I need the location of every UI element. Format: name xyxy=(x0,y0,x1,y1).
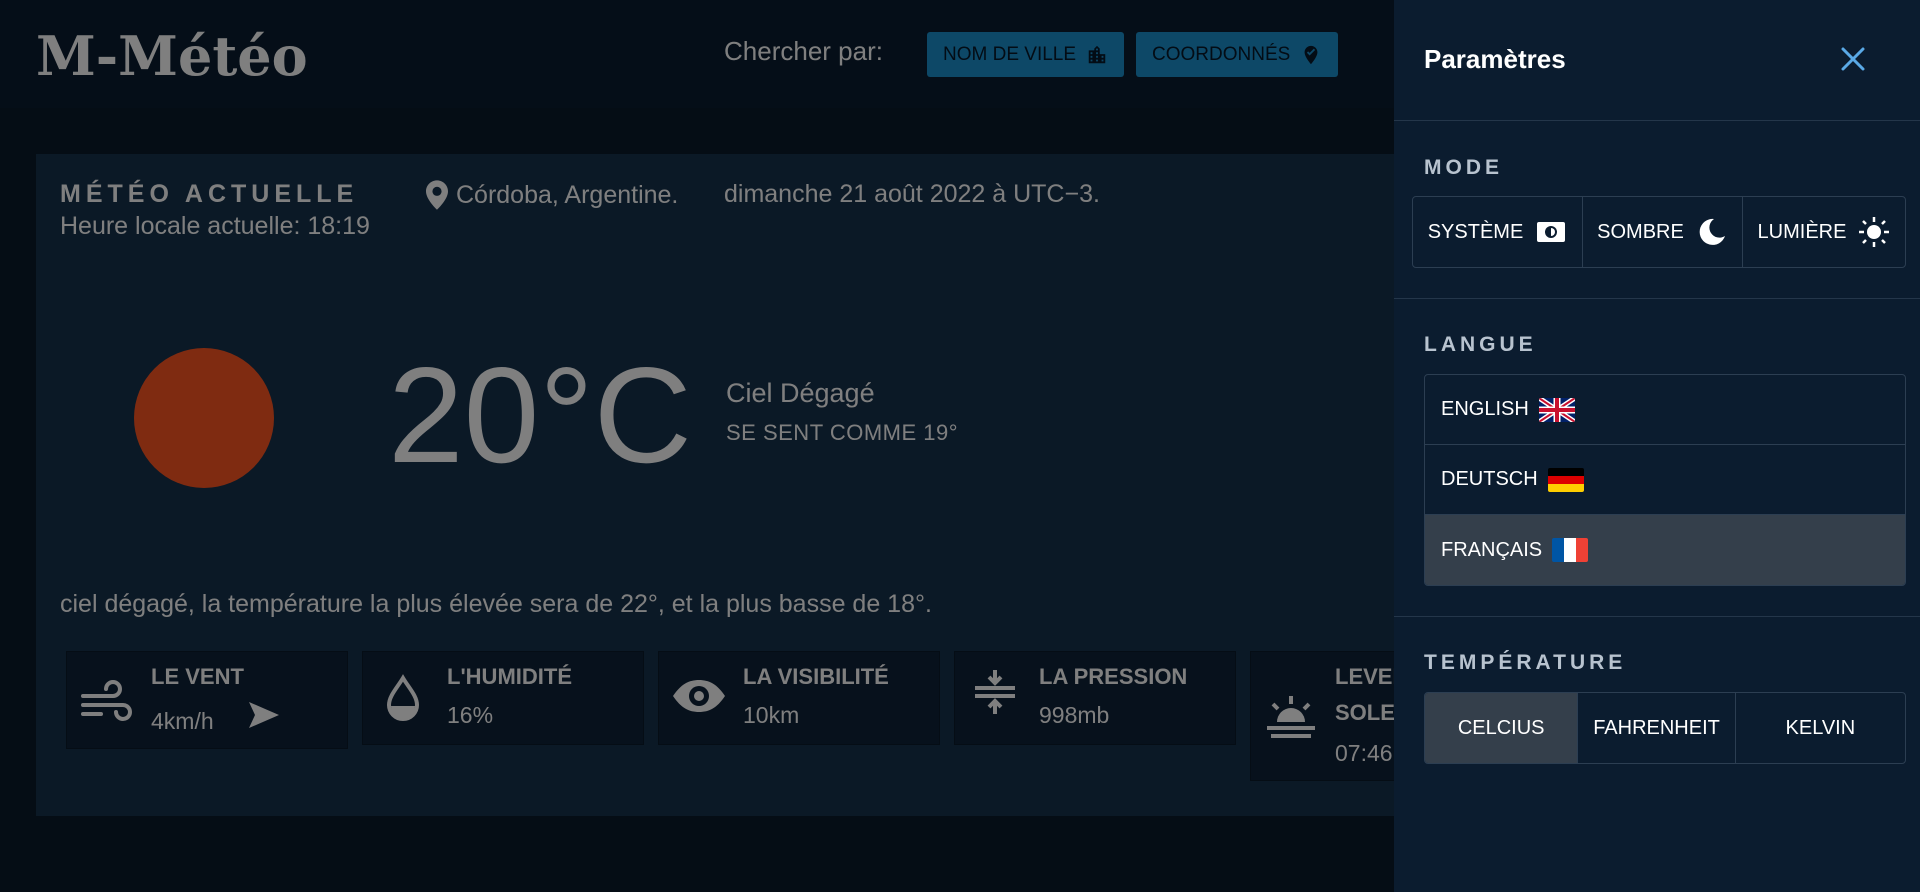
unit-fahrenheit-button[interactable]: FAHRENHEIT xyxy=(1578,693,1736,763)
mode-dark-button[interactable]: SOMBRE xyxy=(1583,197,1743,267)
mode-light-button[interactable]: LUMIÈRE xyxy=(1743,197,1905,267)
unit-celsius-button[interactable]: CELCIUS xyxy=(1425,693,1579,763)
germany-flag-icon xyxy=(1547,467,1584,492)
divider xyxy=(1394,298,1920,299)
divider xyxy=(1394,616,1920,617)
temperature-section-label: TEMPÉRATURE xyxy=(1424,651,1627,674)
language-deutsch[interactable]: DEUTSCH xyxy=(1425,445,1905,515)
backdrop-overlay[interactable] xyxy=(0,0,1394,892)
close-icon[interactable] xyxy=(1838,44,1868,74)
settings-title: Paramètres xyxy=(1424,44,1566,74)
sun-icon xyxy=(1859,217,1890,247)
temperature-unit-group: CELCIUS FAHRENHEIT KELVIN xyxy=(1424,692,1906,764)
language-english[interactable]: ENGLISH xyxy=(1425,375,1905,445)
france-flag-icon xyxy=(1552,538,1589,562)
mode-section-label: MODE xyxy=(1424,156,1503,179)
language-deutsch-label: DEUTSCH xyxy=(1441,468,1538,490)
mode-light-label: LUMIÈRE xyxy=(1757,220,1847,243)
moon-icon xyxy=(1699,218,1725,245)
mode-system-label: SYSTÈME xyxy=(1427,220,1524,243)
language-francais[interactable]: FRANÇAIS xyxy=(1425,515,1905,585)
divider xyxy=(1394,120,1920,121)
unit-kelvin-button[interactable]: KELVIN xyxy=(1736,693,1905,763)
language-francais-label: FRANÇAIS xyxy=(1441,538,1543,561)
mode-system-button[interactable]: SYSTÈME xyxy=(1413,197,1583,267)
brightness-auto-icon xyxy=(1537,222,1566,242)
uk-flag-icon xyxy=(1538,397,1575,422)
language-english-label: ENGLISH xyxy=(1441,398,1529,420)
mode-dark-label: SOMBRE xyxy=(1597,220,1684,243)
mode-toggle-group: SYSTÈME SOMBRE LUMIÈRE xyxy=(1412,196,1906,268)
language-section-label: LANGUE xyxy=(1424,333,1537,356)
settings-drawer: Paramètres MODE SYSTÈME SOMBRE LUMIÈRE L… xyxy=(1394,0,1920,892)
language-list: ENGLISH DEUTSCH FRANÇAIS xyxy=(1424,374,1906,586)
